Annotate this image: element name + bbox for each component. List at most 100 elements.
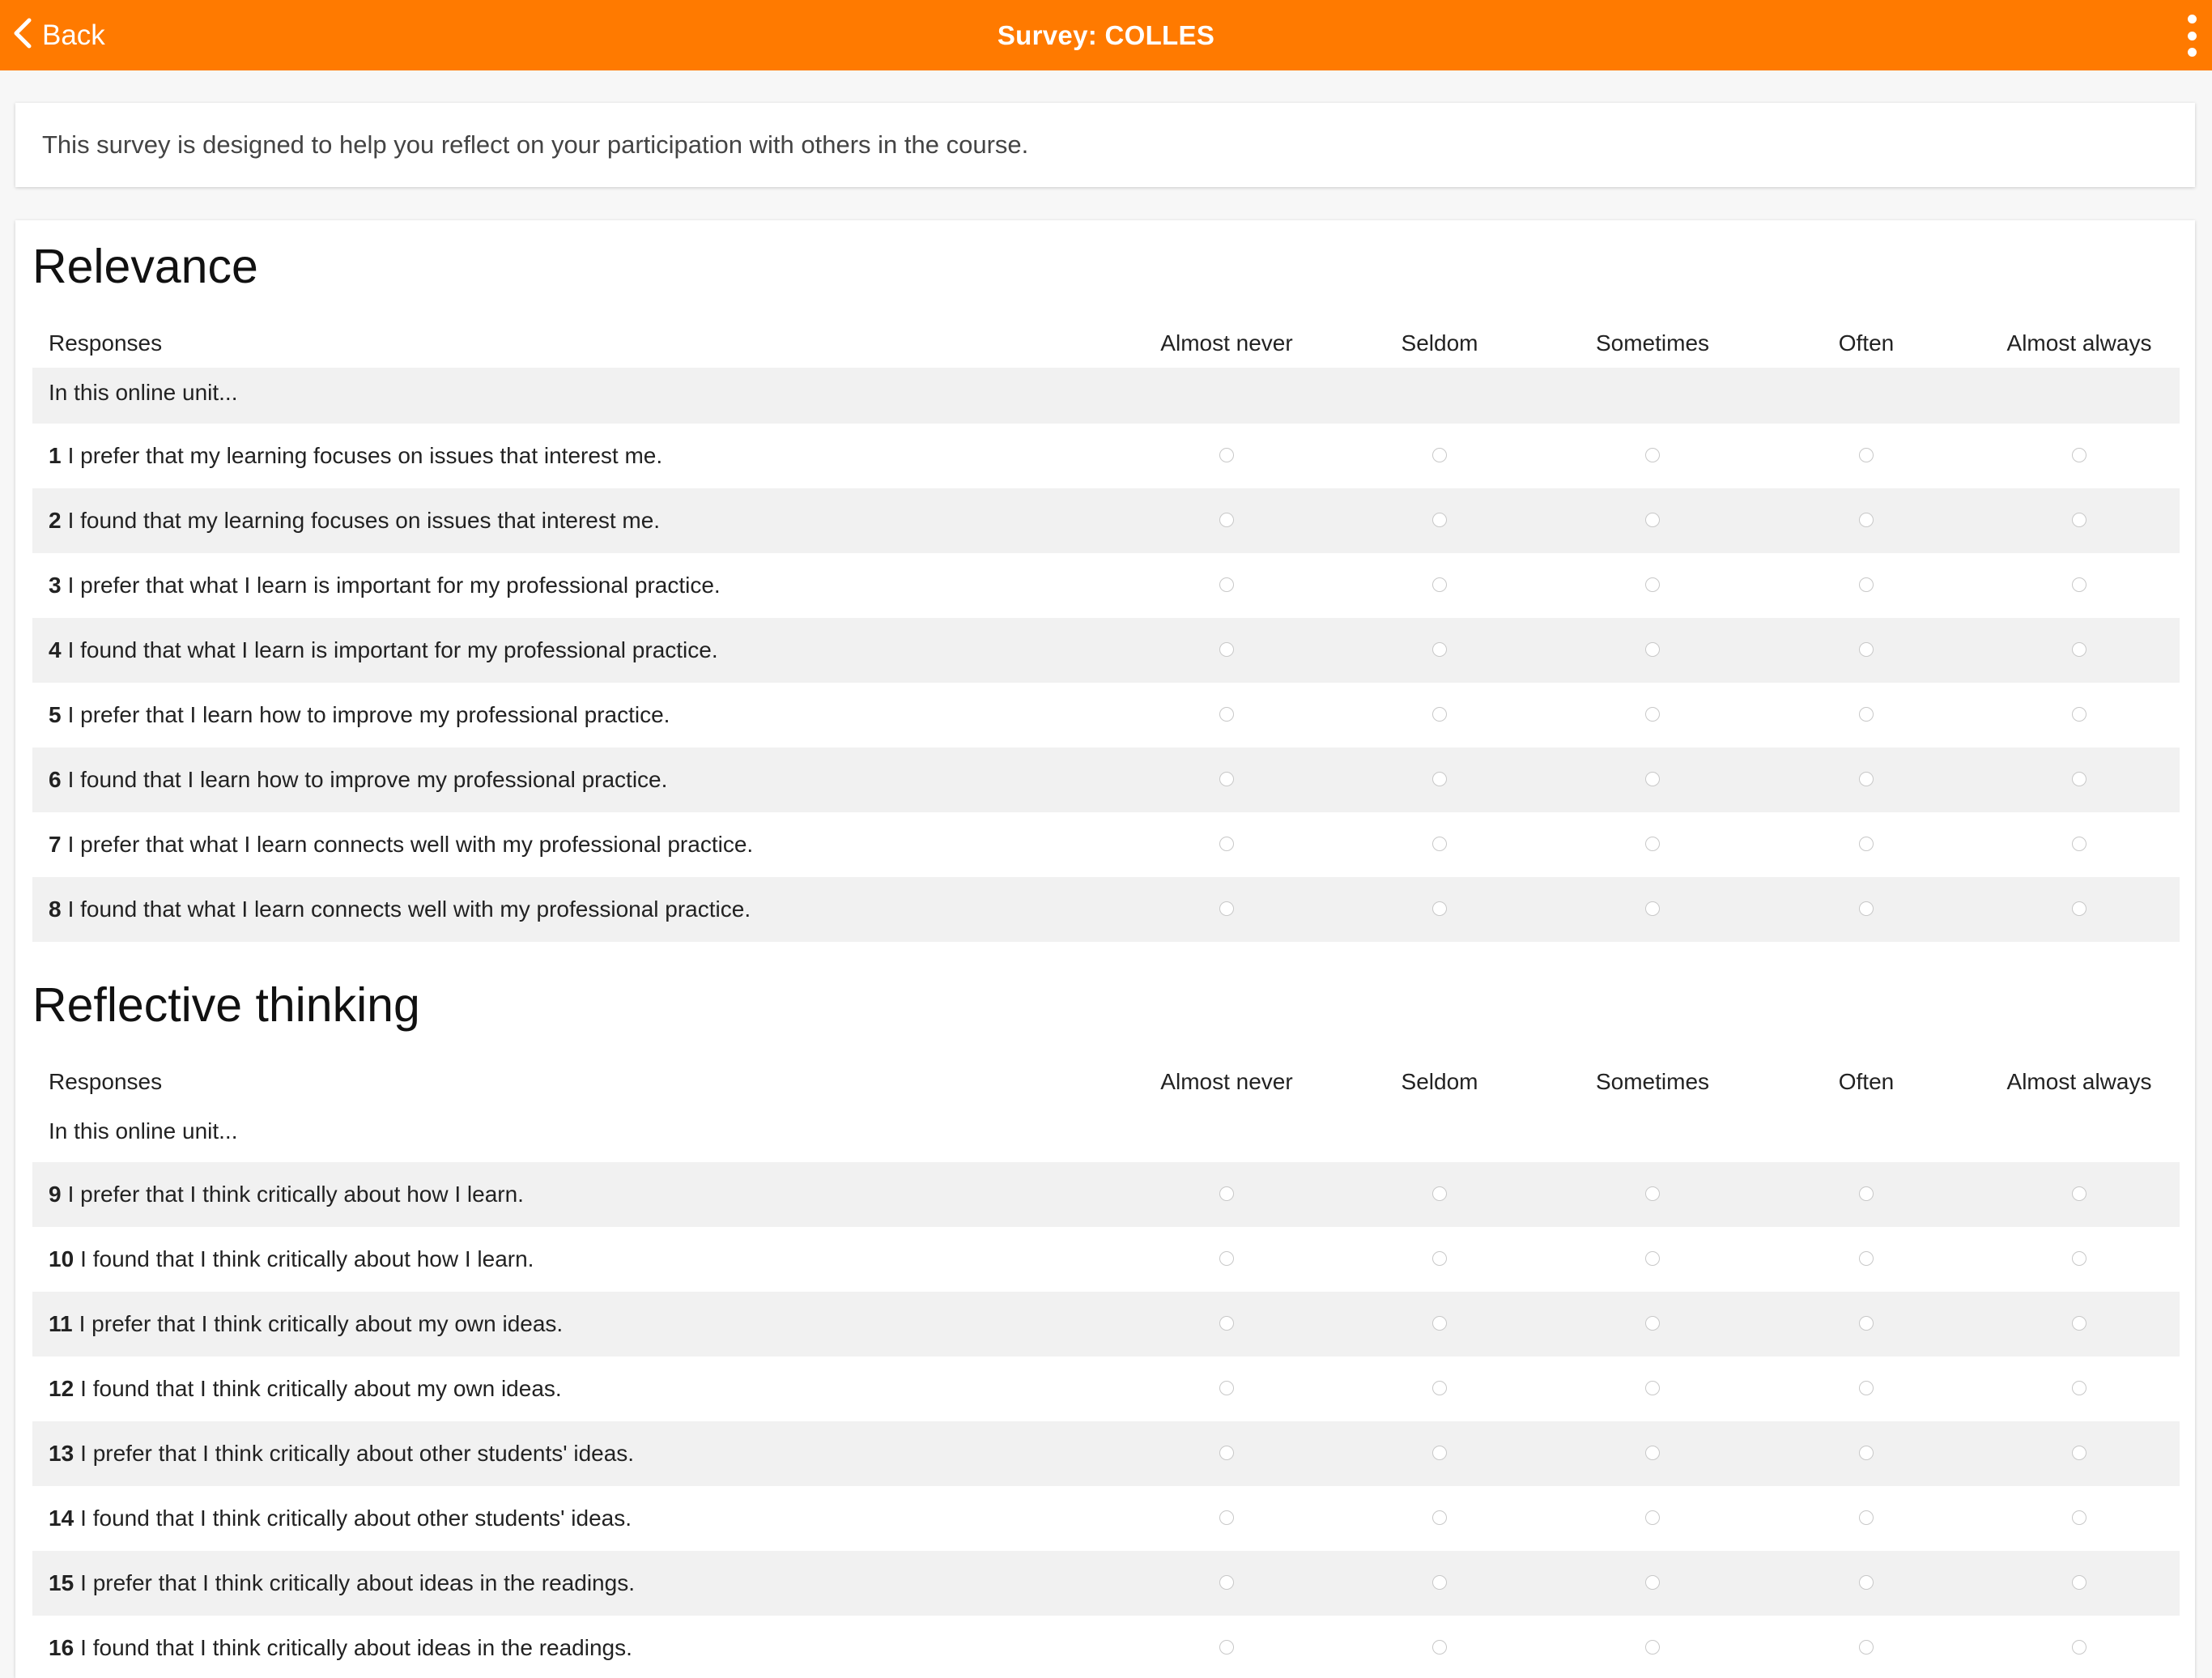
unit-label: In this online unit...	[49, 1118, 238, 1144]
radio-almost-always[interactable]	[2072, 901, 2087, 916]
radio-sometimes[interactable]	[1645, 1510, 1660, 1525]
radio-seldom[interactable]	[1432, 707, 1447, 722]
radio-seldom[interactable]	[1432, 1640, 1447, 1655]
radio-often[interactable]	[1859, 1510, 1874, 1525]
radio-often[interactable]	[1859, 1251, 1874, 1266]
question-text: 5I prefer that I learn how to improve my…	[49, 683, 670, 747]
question-row: 12 I found that I think critically about …	[32, 1356, 2180, 1421]
responses-header: Responses Almost never Seldom Sometimes …	[32, 1058, 2180, 1106]
radio-almost-always[interactable]	[2072, 1510, 2087, 1525]
question-number: 14	[49, 1506, 74, 1531]
radio-almost-always[interactable]	[2072, 1446, 2087, 1460]
radio-almost-always[interactable]	[2072, 1640, 2087, 1655]
radio-almost-never[interactable]	[1219, 1381, 1234, 1395]
radio-often[interactable]	[1859, 513, 1874, 527]
question-number: 13	[49, 1441, 74, 1466]
radio-often[interactable]	[1859, 837, 1874, 851]
radio-seldom[interactable]	[1432, 837, 1447, 851]
radio-almost-never[interactable]	[1219, 1640, 1234, 1655]
radio-sometimes[interactable]	[1645, 642, 1660, 657]
radio-seldom[interactable]	[1432, 901, 1447, 916]
radio-often[interactable]	[1859, 1640, 1874, 1655]
radio-almost-always[interactable]	[2072, 1251, 2087, 1266]
question-number: 11	[49, 1311, 73, 1336]
column-seldom: Seldom	[1401, 330, 1478, 356]
radio-seldom[interactable]	[1432, 513, 1447, 527]
radio-almost-never[interactable]	[1219, 577, 1234, 592]
radio-often[interactable]	[1859, 1186, 1874, 1201]
radio-sometimes[interactable]	[1645, 1381, 1660, 1395]
radio-seldom[interactable]	[1432, 1186, 1447, 1201]
radio-almost-always[interactable]	[2072, 448, 2087, 462]
radio-seldom[interactable]	[1432, 577, 1447, 592]
question-label: I prefer that I think critically about h…	[67, 1182, 524, 1207]
radio-almost-never[interactable]	[1219, 1510, 1234, 1525]
question-label: I prefer that I think critically about i…	[80, 1570, 635, 1595]
more-vertical-icon[interactable]	[2180, 15, 2204, 57]
radio-almost-always[interactable]	[2072, 1186, 2087, 1201]
radio-almost-never[interactable]	[1219, 707, 1234, 722]
radio-almost-never[interactable]	[1219, 448, 1234, 462]
radio-often[interactable]	[1859, 1446, 1874, 1460]
radio-seldom[interactable]	[1432, 1446, 1447, 1460]
radio-sometimes[interactable]	[1645, 1575, 1660, 1590]
radio-seldom[interactable]	[1432, 448, 1447, 462]
radio-seldom[interactable]	[1432, 1381, 1447, 1395]
radio-almost-always[interactable]	[2072, 1316, 2087, 1331]
radio-seldom[interactable]	[1432, 1510, 1447, 1525]
radio-sometimes[interactable]	[1645, 1186, 1660, 1201]
radio-sometimes[interactable]	[1645, 1316, 1660, 1331]
question-number: 5	[49, 702, 62, 727]
radio-almost-always[interactable]	[2072, 772, 2087, 786]
radio-seldom[interactable]	[1432, 642, 1447, 657]
radio-almost-never[interactable]	[1219, 901, 1234, 916]
question-row: 11 I prefer that I think critically about…	[32, 1292, 2180, 1356]
radio-often[interactable]	[1859, 1381, 1874, 1395]
radio-sometimes[interactable]	[1645, 901, 1660, 916]
radio-often[interactable]	[1859, 1316, 1874, 1331]
radio-almost-never[interactable]	[1219, 642, 1234, 657]
radio-almost-never[interactable]	[1219, 1575, 1234, 1590]
question-label: I prefer that I think critically about m…	[79, 1311, 564, 1336]
radio-sometimes[interactable]	[1645, 513, 1660, 527]
radio-often[interactable]	[1859, 448, 1874, 462]
question-label: I found that my learning focuses on issu…	[67, 508, 661, 533]
radio-often[interactable]	[1859, 707, 1874, 722]
radio-sometimes[interactable]	[1645, 448, 1660, 462]
radio-almost-always[interactable]	[2072, 577, 2087, 592]
radio-almost-always[interactable]	[2072, 642, 2087, 657]
radio-seldom[interactable]	[1432, 1575, 1447, 1590]
intro-card: This survey is designed to help you refl…	[15, 103, 2195, 187]
radio-sometimes[interactable]	[1645, 1251, 1660, 1266]
radio-sometimes[interactable]	[1645, 772, 1660, 786]
column-sometimes: Sometimes	[1595, 1069, 1710, 1094]
radio-sometimes[interactable]	[1645, 707, 1660, 722]
radio-almost-always[interactable]	[2072, 1575, 2087, 1590]
radio-almost-never[interactable]	[1219, 1446, 1234, 1460]
radio-seldom[interactable]	[1432, 1316, 1447, 1331]
radio-often[interactable]	[1859, 772, 1874, 786]
radio-seldom[interactable]	[1432, 1251, 1447, 1266]
radio-almost-always[interactable]	[2072, 837, 2087, 851]
question-number: 9	[49, 1182, 62, 1207]
radio-almost-never[interactable]	[1219, 1186, 1234, 1201]
radio-sometimes[interactable]	[1645, 1640, 1660, 1655]
radio-almost-never[interactable]	[1219, 1316, 1234, 1331]
radio-sometimes[interactable]	[1645, 577, 1660, 592]
radio-often[interactable]	[1859, 577, 1874, 592]
radio-often[interactable]	[1859, 642, 1874, 657]
radio-almost-always[interactable]	[2072, 513, 2087, 527]
radio-sometimes[interactable]	[1645, 837, 1660, 851]
radio-almost-never[interactable]	[1219, 1251, 1234, 1266]
radio-almost-never[interactable]	[1219, 513, 1234, 527]
radio-almost-never[interactable]	[1219, 772, 1234, 786]
back-button[interactable]: Back	[11, 0, 105, 70]
radio-sometimes[interactable]	[1645, 1446, 1660, 1460]
radio-often[interactable]	[1859, 1575, 1874, 1590]
radio-often[interactable]	[1859, 901, 1874, 916]
column-sometimes: Sometimes	[1595, 330, 1710, 356]
radio-almost-never[interactable]	[1219, 837, 1234, 851]
radio-seldom[interactable]	[1432, 772, 1447, 786]
radio-almost-always[interactable]	[2072, 1381, 2087, 1395]
radio-almost-always[interactable]	[2072, 707, 2087, 722]
